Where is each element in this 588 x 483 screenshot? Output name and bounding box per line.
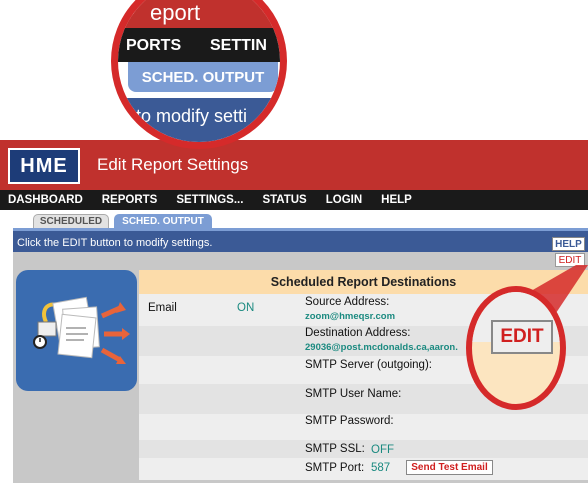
report-distribution-icon: [16, 270, 137, 391]
help-button[interactable]: HELP: [552, 237, 585, 251]
zoom-header-area: [118, 0, 280, 28]
smtp-port-value: 587: [371, 462, 391, 474]
smtp-port-label: SMTP Port:: [305, 462, 365, 474]
nav-help[interactable]: HELP: [381, 194, 412, 206]
destination-address-value: 29036@post.mcdonalds.ca,aaron.: [305, 342, 458, 353]
zoom-nav-settings: SETTIN: [210, 37, 267, 54]
zoom-callout-edit: EDIT: [466, 286, 566, 410]
instruction-text: Click the EDIT button to modify settings…: [17, 237, 213, 249]
smtp-ssl-label: SMTP SSL:: [305, 443, 365, 455]
tab-scheduled[interactable]: SCHEDULED: [33, 214, 109, 228]
row-smtp-ssl: SMTP SSL: OFF: [139, 440, 588, 458]
row-smtp-port: SMTP Port: 587: [139, 458, 588, 480]
zoom-edit-button: EDIT: [491, 320, 553, 354]
zoom-info-fragment: to modify setti: [136, 106, 248, 126]
nav-login[interactable]: LOGIN: [326, 194, 362, 206]
main-nav: DASHBOARD REPORTS SETTINGS... STATUS LOG…: [0, 190, 588, 210]
send-test-email-button[interactable]: Send Test Email: [406, 460, 493, 475]
tab-strip: SCHEDULED SCHED. OUTPUT: [0, 210, 588, 228]
page-title: Edit Report Settings: [97, 155, 249, 174]
instruction-bar: Click the EDIT button to modify settings…: [13, 228, 588, 252]
email-label: Email: [148, 302, 177, 314]
page-top-space: [0, 0, 588, 140]
destination-address-label: Destination Address:: [305, 327, 411, 339]
nav-dashboard[interactable]: DASHBOARD: [8, 194, 83, 206]
nav-status[interactable]: STATUS: [262, 194, 306, 206]
zoom-nav-reports: PORTS: [126, 37, 182, 54]
zoom-title-fragment: eport: [150, 0, 201, 25]
source-address-label: Source Address:: [305, 296, 390, 308]
hme-logo: HME: [8, 148, 80, 184]
nav-reports[interactable]: REPORTS: [102, 194, 158, 206]
email-state: ON: [237, 302, 255, 314]
smtp-password-label: SMTP Password:: [305, 415, 394, 427]
tab-sched-output[interactable]: SCHED. OUTPUT: [114, 214, 212, 228]
smtp-user-label: SMTP User Name:: [305, 388, 402, 400]
source-address-value: zoom@hmeqsr.com: [305, 311, 396, 322]
nav-settings[interactable]: SETTINGS...: [176, 194, 243, 206]
smtp-ssl-value: OFF: [371, 444, 394, 456]
row-smtp-password: SMTP Password:: [139, 414, 588, 440]
smtp-server-label: SMTP Server (outgoing):: [305, 359, 432, 371]
app-header: HME Edit Report Settings: [0, 140, 588, 190]
zoom-callout-settings: eport PORTS SETTIN SCHED. OUTPUT to modi…: [111, 0, 287, 149]
zoom-tab-sched-output: SCHED. OUTPUT: [128, 62, 278, 92]
